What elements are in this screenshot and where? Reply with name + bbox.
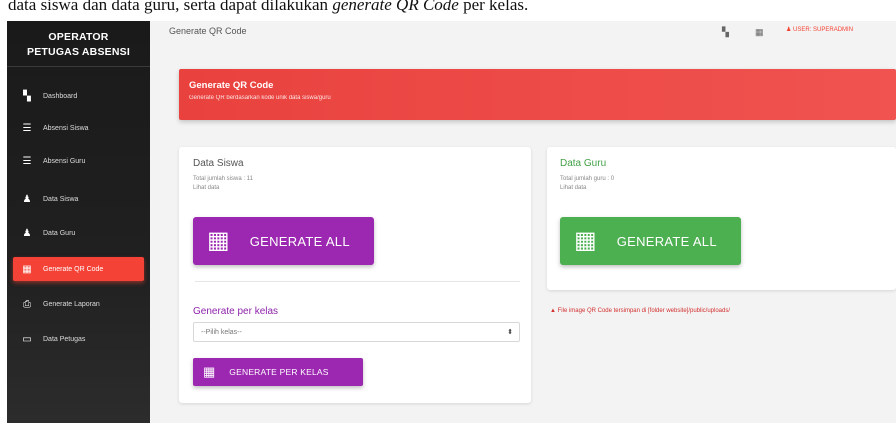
sidebar-item-absensi-guru[interactable]: ☰ Absensi Guru <box>13 150 144 172</box>
sidebar-item-dashboard[interactable]: ▚ Dashboard <box>13 85 144 107</box>
user-label: USER: SUPERADMIN <box>793 27 854 33</box>
button-label: GENERATE ALL <box>616 233 717 249</box>
button-label: GENERATE ALL <box>249 233 350 249</box>
caption-emphasis: generate QR Code <box>332 0 459 14</box>
app-window: OPERATOR PETUGAS ABSENSI ▚ Dashboard ☰ A… <box>7 21 896 423</box>
sidebar-brand: OPERATOR PETUGAS ABSENSI <box>7 21 150 67</box>
document-caption: data siswa dan data guru, serta dapat di… <box>0 0 896 16</box>
caption-text: data siswa dan data guru, serta dapat di… <box>8 0 333 14</box>
sidebar-item-generate-laporan[interactable]: ⎙ Generate Laporan <box>13 293 144 315</box>
sidebar-item-label: Data Guru <box>43 229 76 237</box>
generate-per-kelas-button[interactable]: ▦ GENERATE PER KELAS <box>193 358 363 386</box>
divider <box>195 281 520 282</box>
note-text: File image QR Code tersimpan di [folder … <box>557 308 731 314</box>
guru-total: Total jumlah guru : 0 <box>560 176 615 182</box>
siswa-total: Total jumlah siswa : 11 <box>193 176 253 182</box>
sidebar-item-label: Absensi Siswa <box>43 124 89 132</box>
page-title: Generate QR Code <box>169 26 247 36</box>
sidebar-item-data-petugas[interactable]: ▭ Data Petugas <box>13 328 144 350</box>
printer-icon: ⎙ <box>23 298 31 310</box>
person-icon: ♟ <box>22 193 32 205</box>
guru-view-link[interactable]: Lihat data <box>560 185 586 191</box>
sidebar-item-label: Dashboard <box>43 92 78 100</box>
card-data-siswa: Data Siswa Total jumlah siswa : 11 Lihat… <box>179 147 531 403</box>
sidebar-item-label: Data Petugas <box>43 335 86 343</box>
grid-icon[interactable]: ▦ <box>755 27 764 38</box>
banner-title: Generate QR Code <box>189 80 274 91</box>
dashboard-icon: ▚ <box>23 90 31 102</box>
dashboard-icon[interactable]: ▚ <box>722 27 729 38</box>
card-title: Data Siswa <box>193 158 244 169</box>
qr-code-icon: ▦ <box>207 227 230 254</box>
brand-line-2: PETUGAS ABSENSI <box>27 46 130 58</box>
sidebar-item-data-guru[interactable]: ♟ Data Guru <box>13 222 144 244</box>
sidebar-item-data-siswa[interactable]: ♟ Data Siswa <box>13 188 144 210</box>
qr-code-icon: ▦ <box>574 227 597 254</box>
sidebar-item-label: Data Siswa <box>43 195 79 203</box>
sidebar-item-label: Generate QR Code <box>43 265 104 273</box>
select-value: --Pilih kelas-- <box>201 328 242 336</box>
header-banner: Generate QR Code Generate QR berdasarkan… <box>179 69 896 120</box>
select-caret-icon: ⬍ <box>507 329 513 336</box>
sidebar-item-label: Absensi Guru <box>43 157 86 165</box>
sidebar-item-absensi-siswa[interactable]: ☰ Absensi Siswa <box>13 117 144 139</box>
user-menu[interactable]: ♟ USER: SUPERADMIN <box>786 26 853 33</box>
checklist-icon: ☰ <box>22 155 32 167</box>
banner-subtitle: Generate QR berdasarkan kode unik data s… <box>189 95 331 101</box>
generate-all-siswa-button[interactable]: ▦ GENERATE ALL <box>193 217 374 265</box>
button-label: GENERATE PER KELAS <box>229 367 329 377</box>
siswa-view-link[interactable]: Lihat data <box>193 185 219 191</box>
monitor-icon: ▭ <box>22 333 32 345</box>
topbar: Generate QR Code ▚ ▦ ♟ USER: SUPERADMIN <box>157 21 896 57</box>
caption-suffix: per kelas. <box>458 0 529 14</box>
checklist-icon: ☰ <box>22 122 32 134</box>
person-icon: ♟ <box>22 227 32 239</box>
upload-note: ▲ File image QR Code tersimpan di [folde… <box>550 308 731 314</box>
qr-code-icon: ▦ <box>22 263 32 275</box>
class-select[interactable]: --Pilih kelas-- ⬍ <box>193 322 520 342</box>
sidebar: OPERATOR PETUGAS ABSENSI ▚ Dashboard ☰ A… <box>7 21 150 423</box>
card-data-guru: Data Guru Total jumlah guru : 0 Lihat da… <box>547 147 896 290</box>
generate-all-guru-button[interactable]: ▦ GENERATE ALL <box>560 217 741 265</box>
sidebar-item-generate-qr-code[interactable]: ▦ Generate QR Code <box>13 257 144 281</box>
qr-code-icon: ▦ <box>203 364 216 379</box>
card-title: Data Guru <box>560 158 607 169</box>
per-kelas-title: Generate per kelas <box>193 306 279 317</box>
sidebar-item-label: Generate Laporan <box>43 300 100 308</box>
brand-line-1: OPERATOR <box>48 31 109 43</box>
